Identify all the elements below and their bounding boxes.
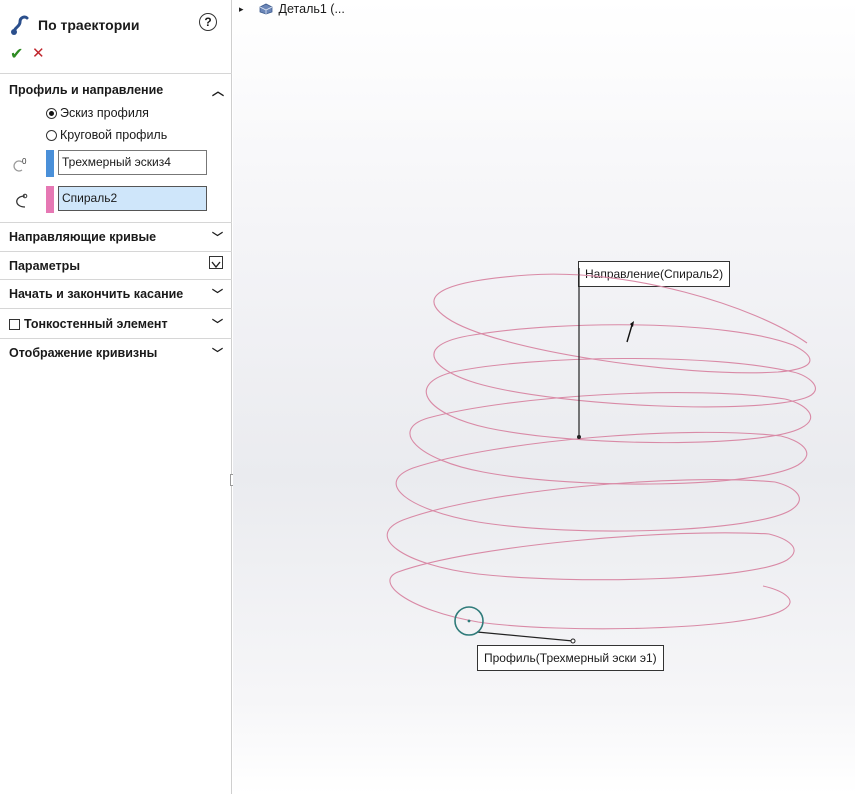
helix-path[interactable] [386, 273, 816, 630]
divider [0, 222, 232, 223]
radio-circular-profile-label: Круговой профиль [60, 128, 168, 142]
mouse-cursor-icon [626, 321, 634, 343]
help-icon[interactable]: ? [199, 13, 217, 31]
section-options-title[interactable]: Параметры [9, 259, 80, 273]
path-color-swatch [46, 186, 54, 213]
divider [0, 308, 232, 309]
profile-selector-icon: 0 [13, 157, 27, 172]
cancel-button[interactable]: ✕ [32, 44, 45, 62]
section-start-end-tangency-title[interactable]: Начать и закончить касание [9, 287, 183, 301]
expand-chevron-down-icon[interactable]: ﹀ [212, 229, 223, 245]
section-curvature-display-title[interactable]: Отображение кривизны [9, 346, 157, 360]
collapse-chevron-up-icon[interactable]: ︿ [212, 82, 224, 99]
path-selector-icon [16, 193, 28, 208]
profile-circle-center [467, 619, 471, 623]
profile-leader-end-icon [570, 638, 576, 644]
thin-feature-checkbox[interactable] [9, 318, 20, 330]
radio-sketch-profile[interactable]: Эскиз профиля [46, 106, 149, 120]
property-manager: По траектории ? ✔ ✕ Профиль и направлени… [0, 0, 234, 794]
profile-color-swatch [46, 150, 54, 177]
section-profile-and-path-title[interactable]: Профиль и направление [9, 83, 163, 97]
profile-leader-line [476, 631, 574, 642]
divider [0, 279, 232, 280]
svg-text:0: 0 [22, 157, 27, 166]
sweep-feature-icon [11, 15, 29, 35]
divider [0, 73, 232, 74]
divider [0, 251, 232, 252]
expand-chevron-down-icon[interactable]: ﹀ [212, 286, 223, 302]
path-leader-dot [577, 435, 581, 439]
expand-chevron-down-icon[interactable]: ﹀ [212, 316, 223, 332]
radio-circular-profile[interactable]: Круговой профиль [46, 128, 167, 142]
section-thin-feature-title: Тонкостенный элемент [24, 317, 168, 331]
radio-sketch-profile-label: Эскиз профиля [60, 106, 149, 120]
section-thin-feature[interactable]: Тонкостенный элемент [9, 317, 168, 331]
feature-header: По траектории ? [0, 0, 232, 44]
ok-button[interactable]: ✔ [10, 44, 23, 64]
expand-chevron-down-icon[interactable] [209, 256, 223, 269]
profile-selection-field[interactable]: Трехмерный эскиз4 [58, 150, 207, 175]
section-guide-curves-title[interactable]: Направляющие кривые [9, 230, 156, 244]
radio-unselected-icon[interactable] [46, 129, 57, 141]
feature-title: По траектории [38, 17, 140, 33]
path-selection-field[interactable]: Спираль2 [58, 186, 207, 211]
divider [0, 338, 232, 339]
expand-chevron-down-icon[interactable]: ﹀ [212, 345, 223, 361]
model-scene [386, 268, 816, 644]
radio-selected-icon[interactable] [46, 107, 57, 119]
